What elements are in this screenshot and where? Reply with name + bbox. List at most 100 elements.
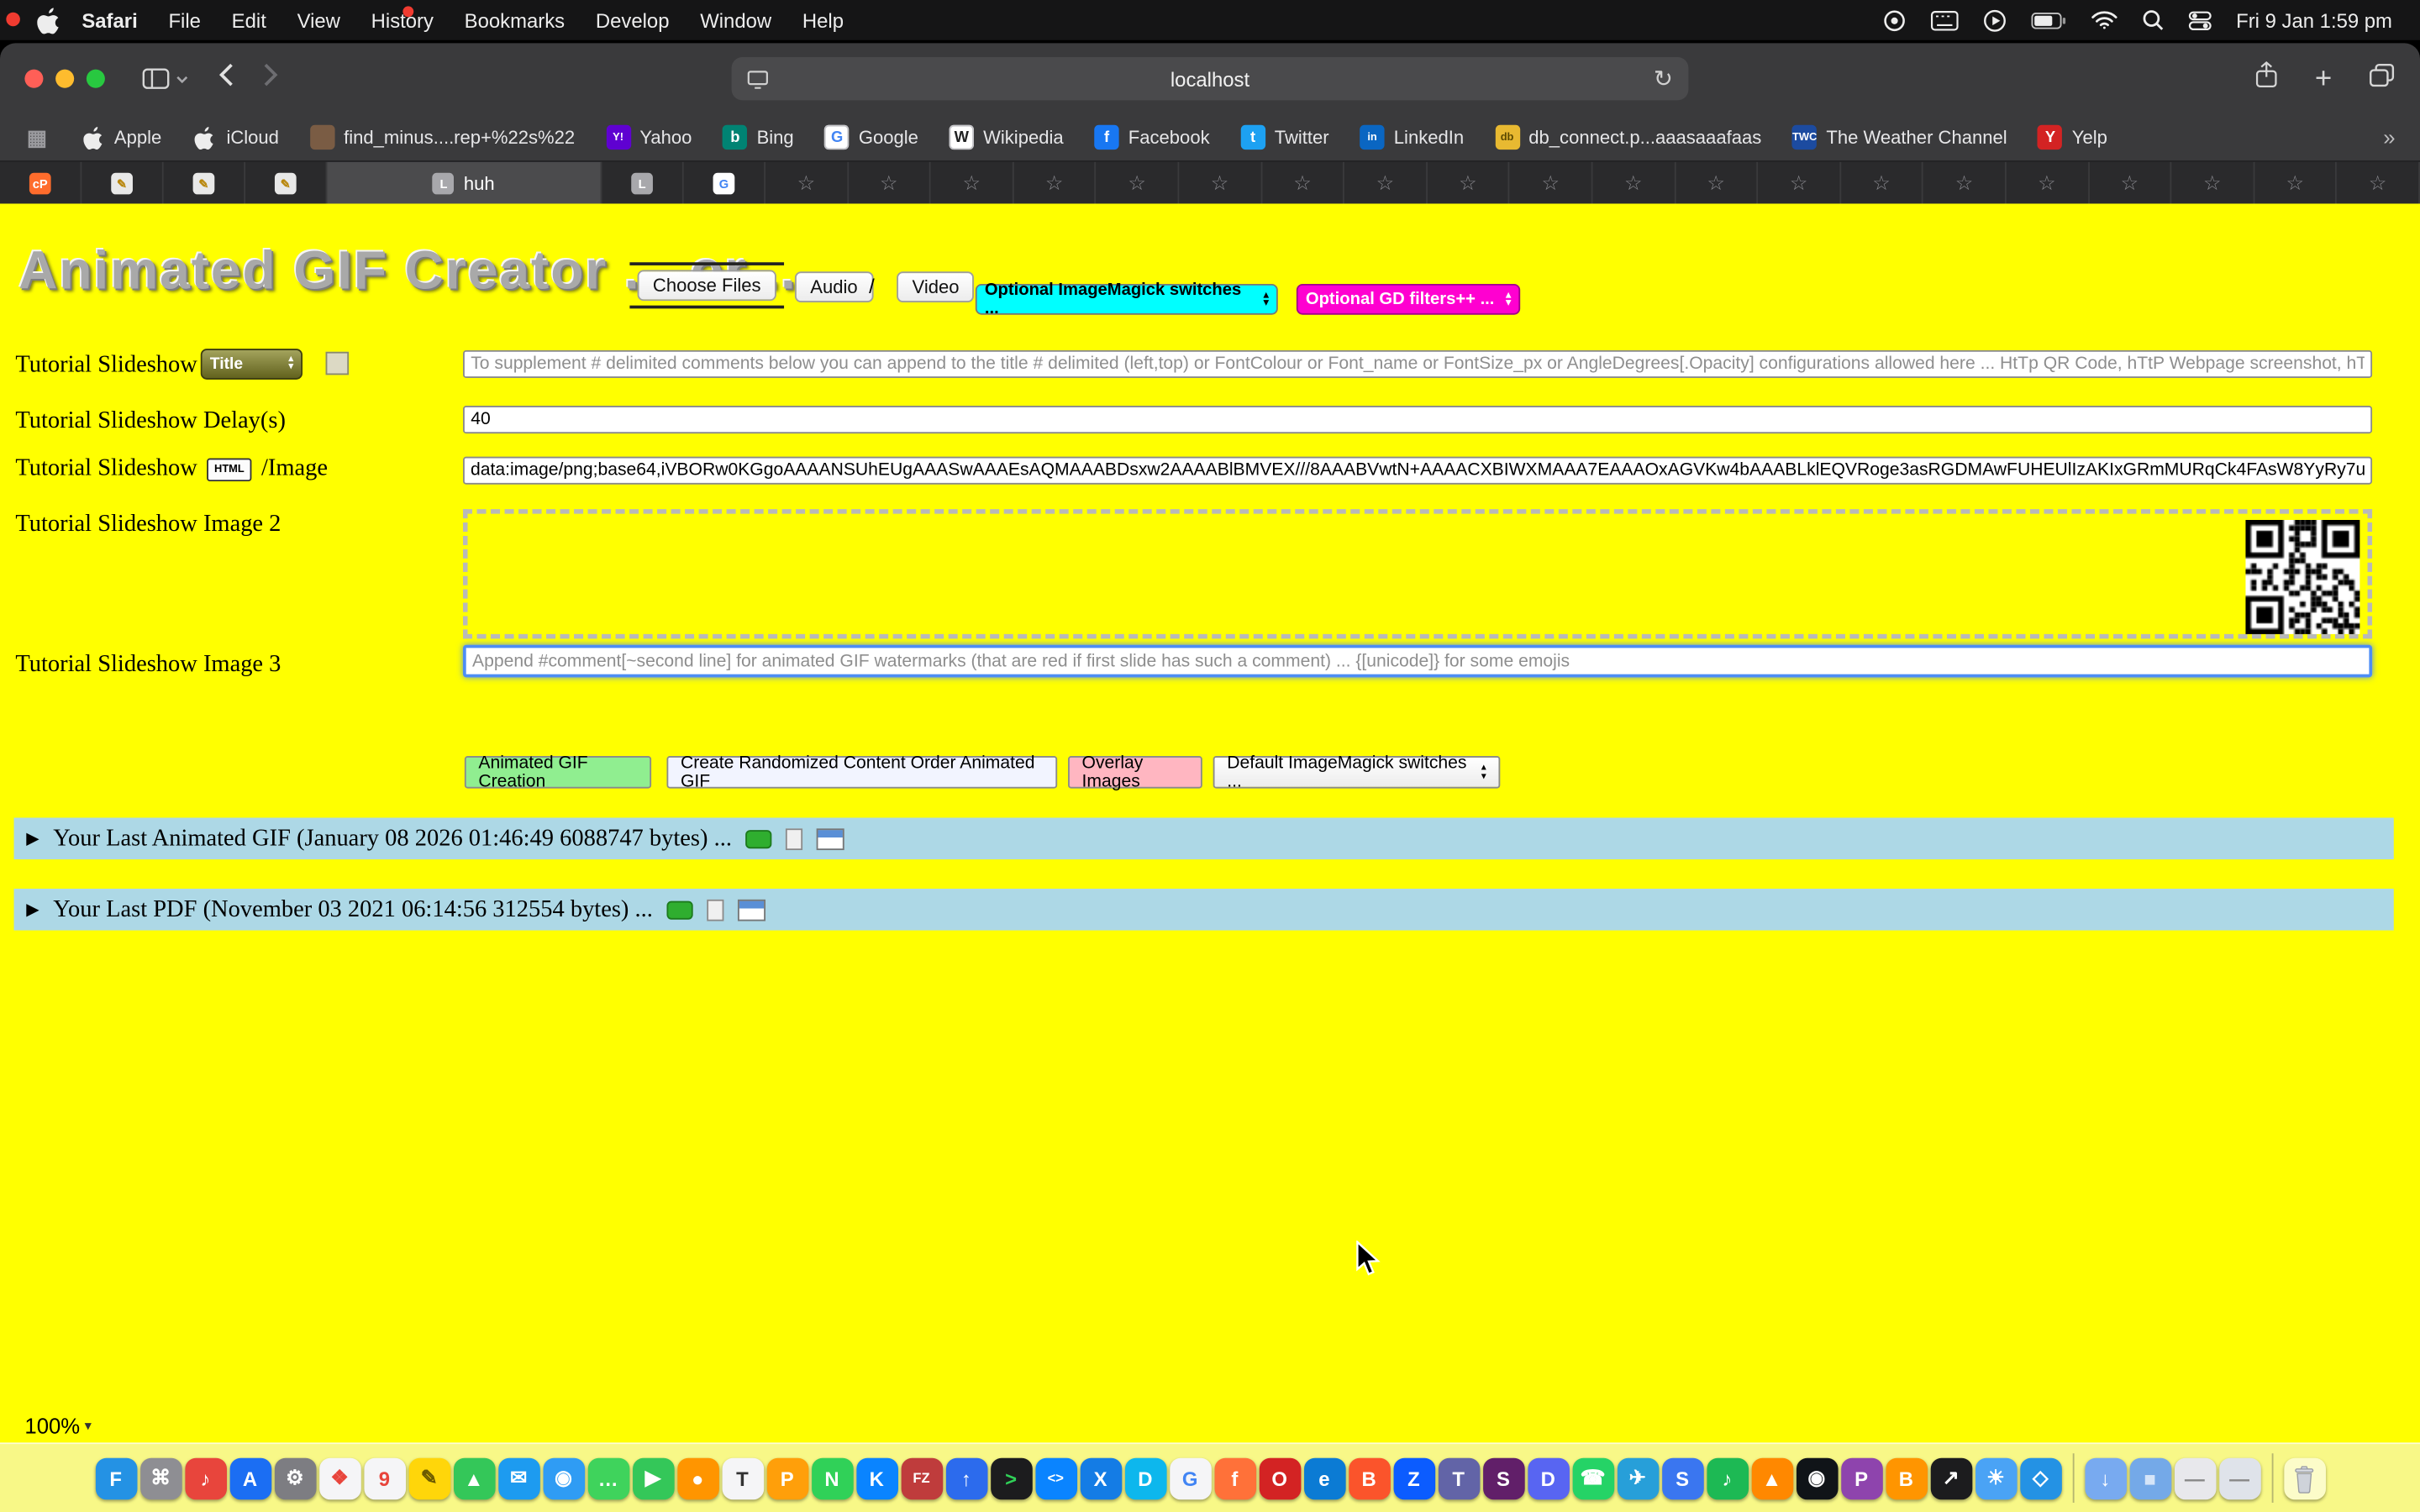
wifi-icon[interactable]	[2091, 11, 2117, 29]
menu-develop[interactable]: Develop	[580, 8, 684, 32]
dock-icon-app-store[interactable]: A	[229, 1457, 271, 1499]
dock-icon-slack[interactable]: S	[1482, 1457, 1524, 1499]
dock-icon-obs[interactable]: ◉	[1796, 1457, 1838, 1499]
keyboard-icon[interactable]	[1930, 10, 1958, 30]
dock-icon-photos[interactable]: ❖	[318, 1457, 360, 1499]
dock-icon-brave[interactable]: B	[1348, 1457, 1390, 1499]
favorite-favorites-grid[interactable]: ▦	[24, 125, 49, 150]
empty-favorite-tab-10[interactable]: ☆	[1510, 162, 1592, 205]
dock-icon-weather[interactable]: ☀	[1975, 1457, 2017, 1499]
empty-favorite-tab-18[interactable]: ☆	[2171, 162, 2254, 205]
dock-icon-downloads-folder[interactable]: ↓	[2085, 1457, 2127, 1499]
title-config-input[interactable]	[463, 350, 2372, 378]
dock-icon-mail[interactable]: ✉	[497, 1457, 539, 1499]
share-icon[interactable]	[2254, 60, 2278, 97]
play-status-icon[interactable]	[1983, 8, 2007, 32]
last-animated-gif-accordion[interactable]: ▶ Your Last Animated GIF (January 08 202…	[14, 817, 2394, 859]
dock-icon-settings[interactable]: ⚙	[274, 1457, 316, 1499]
forward-button[interactable]	[264, 63, 278, 94]
page-settings-icon[interactable]	[747, 69, 769, 89]
dock-icon-notes[interactable]: ✎	[408, 1457, 450, 1499]
menu-file[interactable]: File	[153, 8, 216, 32]
dock-icon-minimized-window-1[interactable]: —	[2174, 1457, 2216, 1499]
empty-favorite-tab-12[interactable]: ☆	[1676, 162, 1758, 205]
empty-favorite-tab-16[interactable]: ☆	[2007, 162, 2089, 205]
dock-icon-messages[interactable]: …	[587, 1457, 629, 1499]
empty-favorite-tab-6[interactable]: ☆	[1179, 162, 1261, 205]
favorite-weather-channel[interactable]: TWCThe Weather Channel	[1792, 125, 2007, 150]
dock-icon-music[interactable]: ♪	[184, 1457, 226, 1499]
sidebar-toggle-icon[interactable]	[142, 68, 188, 90]
back-button[interactable]	[219, 63, 234, 94]
dock-icon-vlc[interactable]: ▲	[1751, 1457, 1793, 1499]
dock-icon-spotify[interactable]: ♪	[1707, 1457, 1749, 1499]
html-chip-button[interactable]: HTML	[207, 458, 252, 481]
dock-icon-filezilla[interactable]: FZ	[901, 1457, 943, 1499]
empty-favorite-tab-20[interactable]: ☆	[2337, 162, 2419, 205]
randomized-gif-button[interactable]: Create Randomized Content Order Animated…	[666, 756, 1057, 789]
apple-menu-icon[interactable]	[37, 7, 60, 33]
empty-favorite-tab-4[interactable]: ☆	[1013, 162, 1096, 205]
tab-tab-4[interactable]: ✎	[245, 162, 327, 205]
last-pdf-accordion[interactable]: ▶ Your Last PDF (November 03 2021 06:14:…	[14, 889, 2394, 931]
delay-input[interactable]	[463, 406, 2372, 433]
menu-bookmarks[interactable]: Bookmarks	[449, 8, 580, 32]
dock-icon-books[interactable]: B	[1886, 1457, 1928, 1499]
dock-icon-numbers[interactable]: N	[811, 1457, 853, 1499]
dock-icon-vscode[interactable]: <>	[1035, 1457, 1077, 1499]
menubar-clock[interactable]: Fri 9 Jan 1:59 pm	[2236, 8, 2392, 32]
zoom-window-button[interactable]	[87, 70, 105, 88]
dock-icon-keynote[interactable]: K	[855, 1457, 897, 1499]
dock-icon-pages[interactable]: P	[766, 1457, 808, 1499]
dock-icon-terminal[interactable]: >	[990, 1457, 1032, 1499]
dock-icon-edge[interactable]: e	[1303, 1457, 1345, 1499]
favorite-find-minus[interactable]: find_minus....rep+%22s%22	[310, 125, 575, 150]
empty-favorite-tab-15[interactable]: ☆	[1923, 162, 2006, 205]
dock-icon-podcasts[interactable]: P	[1840, 1457, 1882, 1499]
empty-favorite-tab-2[interactable]: ☆	[848, 162, 930, 205]
dock-icon-calendar[interactable]: 9	[364, 1457, 406, 1499]
favorite-facebook[interactable]: fFacebook	[1094, 125, 1209, 150]
dock-icon-facetime[interactable]: ▶	[632, 1457, 674, 1499]
menu-edit[interactable]: Edit	[216, 8, 281, 32]
empty-favorite-tab-8[interactable]: ☆	[1344, 162, 1427, 205]
dock-icon-discord[interactable]: D	[1527, 1457, 1569, 1499]
dock-icon-transmit[interactable]: ↑	[945, 1457, 987, 1499]
dock-icon-firefox[interactable]: f	[1214, 1457, 1256, 1499]
image-data-url-input[interactable]	[463, 457, 2372, 485]
favorite-db-connect[interactable]: dbdb_connect.p...aaasaaafaas	[1495, 125, 1761, 150]
dock-icon-whatsapp[interactable]: ☎	[1572, 1457, 1614, 1499]
tab-huh[interactable]: Lhuh	[327, 162, 602, 205]
spotlight-search-icon[interactable]	[2142, 9, 2164, 31]
dock-icon-docker[interactable]: D	[1124, 1457, 1166, 1499]
tab-overview-icon[interactable]	[2369, 62, 2395, 95]
animated-gif-creation-button[interactable]: Animated GIF Creation	[465, 756, 651, 789]
empty-favorite-tab-11[interactable]: ☆	[1592, 162, 1675, 205]
empty-favorite-tab-14[interactable]: ☆	[1841, 162, 1923, 205]
address-bar[interactable]: localhost ↻	[732, 57, 1689, 100]
audio-button[interactable]: Audio	[795, 271, 873, 302]
dock-icon-chrome[interactable]: G	[1169, 1457, 1211, 1499]
image2-drop-zone[interactable]	[463, 509, 2372, 638]
menu-safari[interactable]: Safari	[66, 8, 153, 32]
empty-favorite-tab-13[interactable]: ☆	[1758, 162, 1840, 205]
menu-view[interactable]: View	[281, 8, 355, 32]
empty-favorite-tab-1[interactable]: ☆	[765, 162, 848, 205]
tab-cpanel[interactable]: cP	[0, 162, 82, 205]
favorite-yelp[interactable]: YYelp	[2038, 125, 2107, 150]
favorites-overflow-chevron[interactable]: »	[2383, 125, 2395, 150]
menu-help[interactable]: Help	[787, 8, 860, 32]
dock-icon-signal[interactable]: S	[1661, 1457, 1703, 1499]
favorite-yahoo[interactable]: Y!Yahoo	[606, 125, 692, 150]
favorite-wikipedia[interactable]: WWikipedia	[950, 125, 1064, 150]
favorite-linkedin[interactable]: inLinkedIn	[1360, 125, 1464, 150]
dock-icon-bluetooth[interactable]: ◇	[2019, 1457, 2061, 1499]
dock-icon-safari[interactable]: ◉	[543, 1457, 585, 1499]
dock-icon-stocks[interactable]: ↗	[1930, 1457, 1972, 1499]
dock-icon-finder[interactable]: F	[95, 1457, 137, 1499]
favorite-icloud[interactable]: iCloud	[192, 125, 279, 150]
imagemagick-switches-select[interactable]: Optional ImageMagick switches ... ▴▾	[976, 284, 1278, 315]
empty-favorite-tab-3[interactable]: ☆	[931, 162, 1013, 205]
menu-window[interactable]: Window	[685, 8, 787, 32]
zoom-indicator[interactable]: 100% ▾	[24, 1413, 92, 1437]
